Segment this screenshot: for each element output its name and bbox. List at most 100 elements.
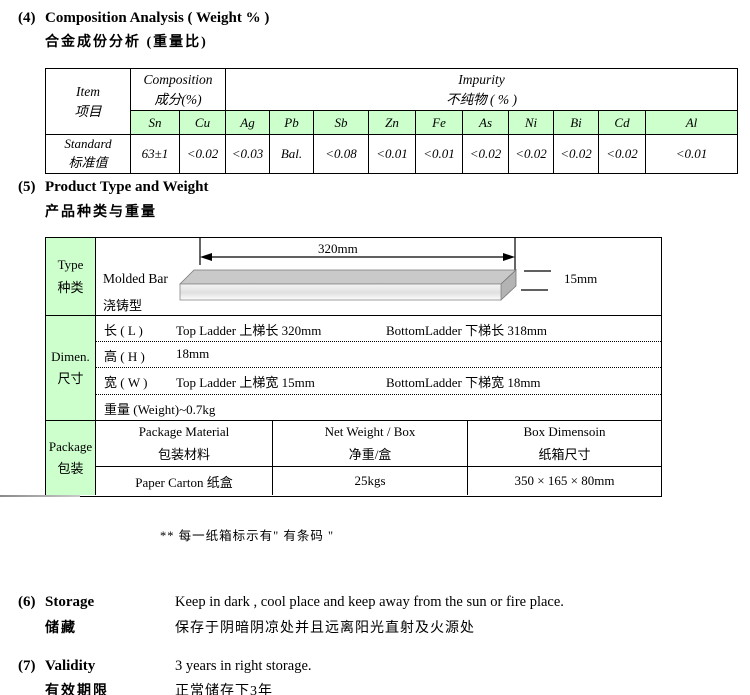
package-label-cell: Package 包装 — [46, 421, 96, 495]
dim-width-top: Top Ladder 上梯宽 15mm — [176, 372, 315, 391]
element-cu: Cu — [180, 111, 226, 135]
value-sb: <0.08 — [314, 135, 369, 174]
dim-length-bottom: BottomLadder 下梯长 318mm — [386, 320, 547, 339]
dim-width-name: 宽 ( W ) — [104, 372, 147, 391]
section7-text-zh: 正常储存下3年 — [175, 680, 273, 695]
element-cd: Cd — [599, 111, 646, 135]
package-label-zh: 包装 — [57, 458, 83, 480]
section5-title-zh: 产品种类与重量 — [45, 201, 157, 221]
element-pb: Pb — [270, 111, 314, 135]
section4-number: (4) — [18, 10, 36, 27]
dim-weight-name: 重量 (Weight)~0.7kg — [104, 399, 215, 418]
element-as: As — [463, 111, 509, 135]
element-bi: Bi — [554, 111, 599, 135]
value-al: <0.01 — [646, 135, 738, 174]
section6-number: (6) — [18, 594, 36, 611]
barcode-footnote: ** 每一纸箱标示有" 有条码 " — [160, 525, 334, 544]
composition-header-zh: 成分(%) — [131, 90, 225, 110]
dimension-label-cell: Dimen. 尺寸 — [46, 316, 96, 420]
value-cu: <0.02 — [180, 135, 226, 174]
type-content: Molded Bar 浇铸型 — [96, 238, 661, 315]
section5-title-en: Product Type and Weight — [45, 179, 209, 196]
product-table: Type 种类 Molded Bar 浇铸型 — [45, 237, 662, 497]
value-ni: <0.02 — [509, 135, 554, 174]
composition-table: Item 项目 Composition 成分(%) Impurity 不纯物 (… — [45, 68, 738, 174]
package-material-en: Package Material — [139, 424, 230, 440]
impurity-header-en: Impurity — [226, 70, 737, 90]
type-label-en: Type — [58, 254, 84, 276]
type-row: Type 种类 Molded Bar 浇铸型 — [46, 238, 661, 316]
net-weight-header: Net Weight / Box 净重/盒 — [273, 421, 468, 466]
element-sb: Sb — [314, 111, 369, 135]
bar-thickness-label: 15mm — [564, 271, 597, 287]
item-header-zh: 项目 — [46, 102, 130, 122]
section6-text-en: Keep in dark , cool place and keep away … — [175, 594, 564, 611]
section6-title-zh: 储藏 — [45, 617, 77, 637]
dim-length-top: Top Ladder 上梯长 320mm — [176, 320, 321, 339]
bar-length-label: 320mm — [318, 241, 358, 257]
section4-title-zh: 合金成份分析 (重量比) — [45, 31, 208, 51]
box-dimension-zh: 纸箱尺寸 — [538, 444, 590, 463]
section7-number: (7) — [18, 658, 36, 675]
net-weight-zh: 净重/盒 — [349, 444, 392, 463]
page-artifact-line — [0, 495, 80, 497]
section4-title-en: Composition Analysis ( Weight % ) — [45, 10, 269, 27]
dim-width-bottom: BottomLadder 下梯宽 18mm — [386, 372, 541, 391]
dimension-row: Dimen. 尺寸 长 ( L ) Top Ladder 上梯长 320mm B… — [46, 316, 661, 421]
value-sn: 63±1 — [131, 135, 180, 174]
standard-values-row: Standard 标准值 63±1 <0.02 <0.03 Bal. <0.08… — [46, 135, 738, 174]
dimension-content: 长 ( L ) Top Ladder 上梯长 320mm BottomLadde… — [96, 316, 661, 420]
dim-height-name: 高 ( H ) — [104, 346, 145, 365]
net-weight-value: 25kgs — [273, 467, 468, 495]
net-weight-en: Net Weight / Box — [325, 424, 416, 440]
standard-label-zh: 标准值 — [46, 154, 130, 173]
value-as: <0.02 — [463, 135, 509, 174]
package-header-subrow: Package Material 包装材料 Net Weight / Box 净… — [96, 421, 661, 467]
section6-title-en: Storage — [45, 594, 94, 611]
package-material-zh: 包装材料 — [158, 444, 210, 463]
section6-text-zh: 保存于阴暗阴凉处并且远离阳光直射及火源处 — [175, 617, 475, 637]
package-content: Package Material 包装材料 Net Weight / Box 净… — [96, 421, 661, 495]
value-cd: <0.02 — [599, 135, 646, 174]
composition-header-cell: Composition 成分(%) — [131, 69, 226, 111]
item-header-cell: Item 项目 — [46, 69, 131, 135]
dimension-line-length: 长 ( L ) Top Ladder 上梯长 320mm BottomLadde… — [96, 316, 661, 342]
element-ni: Ni — [509, 111, 554, 135]
box-dimension-value: 350 × 165 × 80mm — [468, 467, 661, 495]
standard-label-cell: Standard 标准值 — [46, 135, 131, 174]
impurity-header-zh: 不纯物 ( % ) — [226, 90, 737, 110]
standard-label-en: Standard — [46, 135, 130, 154]
dimension-line-width: 宽 ( W ) Top Ladder 上梯宽 15mm BottomLadder… — [96, 368, 661, 395]
composition-header-en: Composition — [131, 70, 225, 90]
element-zn: Zn — [369, 111, 416, 135]
section7-title-zh: 有效期限 — [45, 680, 109, 695]
package-row: Package 包装 Package Material 包装材料 Net Wei… — [46, 421, 661, 495]
element-sn: Sn — [131, 111, 180, 135]
box-dimension-en: Box Dimensoin — [524, 424, 606, 440]
value-fe: <0.01 — [416, 135, 463, 174]
dimension-label-zh: 尺寸 — [57, 368, 83, 390]
type-label-cell: Type 种类 — [46, 238, 96, 315]
package-value-subrow: Paper Carton 纸盒 25kgs 350 × 165 × 80mm — [96, 467, 661, 495]
package-material-value: Paper Carton 纸盒 — [96, 467, 273, 495]
element-ag: Ag — [226, 111, 270, 135]
section7-title-en: Validity — [45, 658, 95, 675]
impurity-header-cell: Impurity 不纯物 ( % ) — [226, 69, 738, 111]
package-material-header: Package Material 包装材料 — [96, 421, 273, 466]
value-zn: <0.01 — [369, 135, 416, 174]
element-fe: Fe — [416, 111, 463, 135]
item-header-en: Item — [46, 82, 130, 102]
dimension-label-en: Dimen. — [51, 346, 90, 368]
element-header-row: Sn Cu Ag Pb Sb Zn Fe As Ni Bi Cd Al — [46, 111, 738, 135]
value-ag: <0.03 — [226, 135, 270, 174]
dimension-line-height: 高 ( H ) 18mm — [96, 342, 661, 368]
package-label-en: Package — [49, 436, 92, 458]
value-pb: Bal. — [270, 135, 314, 174]
section5-number: (5) — [18, 179, 36, 196]
dim-length-name: 长 ( L ) — [104, 320, 143, 339]
type-label-zh: 种类 — [57, 277, 83, 299]
dim-height-value: 18mm — [176, 346, 209, 362]
box-dimension-header: Box Dimensoin 纸箱尺寸 — [468, 421, 661, 466]
dimension-line-weight: 重量 (Weight)~0.7kg — [96, 395, 661, 421]
value-bi: <0.02 — [554, 135, 599, 174]
